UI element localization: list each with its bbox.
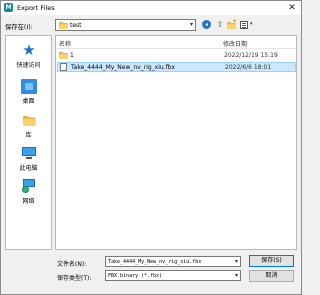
item-date: 2022/6/6 18:01 (225, 64, 272, 71)
title-bar: M Export Files ✕ (1, 1, 301, 15)
item-name: Take_4444_My_New_nv_rig_xiu.fbx (71, 64, 176, 71)
save-in-dropdown[interactable]: test ▾ (55, 19, 196, 31)
file-icon (60, 63, 67, 71)
place-network[interactable]: 网络 (6, 174, 51, 208)
up-folder-button[interactable]: ⇧ (214, 19, 226, 31)
filename-input[interactable]: Take_4444_My_New_nv_rig_xiu.fbx ▾ (105, 256, 241, 267)
back-button[interactable]: ◂ (201, 19, 213, 31)
filetype-value: FBX binary (*.fbx) (108, 272, 163, 279)
place-label: 库 (25, 132, 32, 139)
network-icon (21, 179, 37, 194)
filename-value: Take_4444_My_New_nv_rig_xiu.fbx (108, 258, 202, 265)
cancel-button[interactable]: 取消 (249, 270, 294, 282)
chevron-down-icon: ▾ (189, 21, 193, 28)
save-button[interactable]: 保存(S) (249, 255, 294, 267)
places-bar: ★ 快速访问 桌面 库 此电脑 网络 (5, 35, 52, 250)
window-title: Export Files (17, 4, 55, 12)
computer-icon (21, 146, 37, 161)
chevron-down-icon: ▾ (234, 272, 238, 279)
back-arrow-icon: ◂ (202, 20, 211, 29)
place-quick-access[interactable]: ★ 快速访问 (6, 38, 51, 72)
list-item-file[interactable]: Take_4444_My_New_nv_rig_xiu.fbx 2022/6/6… (57, 62, 296, 72)
folder-icon (59, 52, 68, 59)
column-header-name[interactable]: 名称 (59, 39, 71, 48)
save-in-value: test (70, 22, 82, 29)
file-list[interactable]: 名称 修改日期 1 2022/12/19 15:19 Take_4444_My_… (55, 35, 297, 250)
view-menu-icon (240, 21, 248, 29)
view-menu-button[interactable]: ▾ (239, 19, 255, 31)
close-icon: ✕ (288, 3, 296, 13)
place-library[interactable]: 库 (6, 108, 51, 142)
list-item-folder[interactable]: 1 2022/12/19 15:19 (57, 51, 296, 61)
item-name: 1 (70, 52, 74, 59)
place-label: 快速访问 (16, 62, 41, 69)
place-label: 此电脑 (19, 165, 38, 172)
close-button[interactable]: ✕ (286, 2, 298, 14)
star-icon: ★ (22, 41, 36, 59)
place-desktop[interactable]: 桌面 (6, 74, 51, 108)
column-header-modified[interactable]: 修改日期 (223, 39, 247, 48)
save-in-label: 保存在(I): (5, 24, 33, 31)
chevron-down-icon: ▾ (250, 21, 253, 27)
filetype-label: 保存类型(T): (57, 275, 92, 282)
item-date: 2022/12/19 15:19 (224, 52, 278, 59)
place-label: 网络 (22, 198, 35, 205)
place-this-pc[interactable]: 此电脑 (6, 141, 51, 175)
filetype-select[interactable]: FBX binary (*.fbx) ▾ (105, 270, 241, 281)
place-label: 桌面 (22, 98, 35, 105)
new-folder-button[interactable]: ✦ (226, 18, 238, 31)
header-divider (56, 48, 296, 49)
folder-icon (59, 22, 68, 29)
app-icon: M (4, 3, 13, 12)
library-icon (21, 113, 37, 128)
desktop-icon (21, 79, 37, 94)
export-files-dialog: M Export Files ✕ 保存在(I): test ▾ ◂ ⇧ ✦ ▾ … (0, 0, 302, 295)
chevron-down-icon: ▾ (234, 258, 238, 265)
filename-label: 文件名(N): (57, 261, 87, 268)
up-folder-icon: ⇧ (216, 20, 224, 29)
